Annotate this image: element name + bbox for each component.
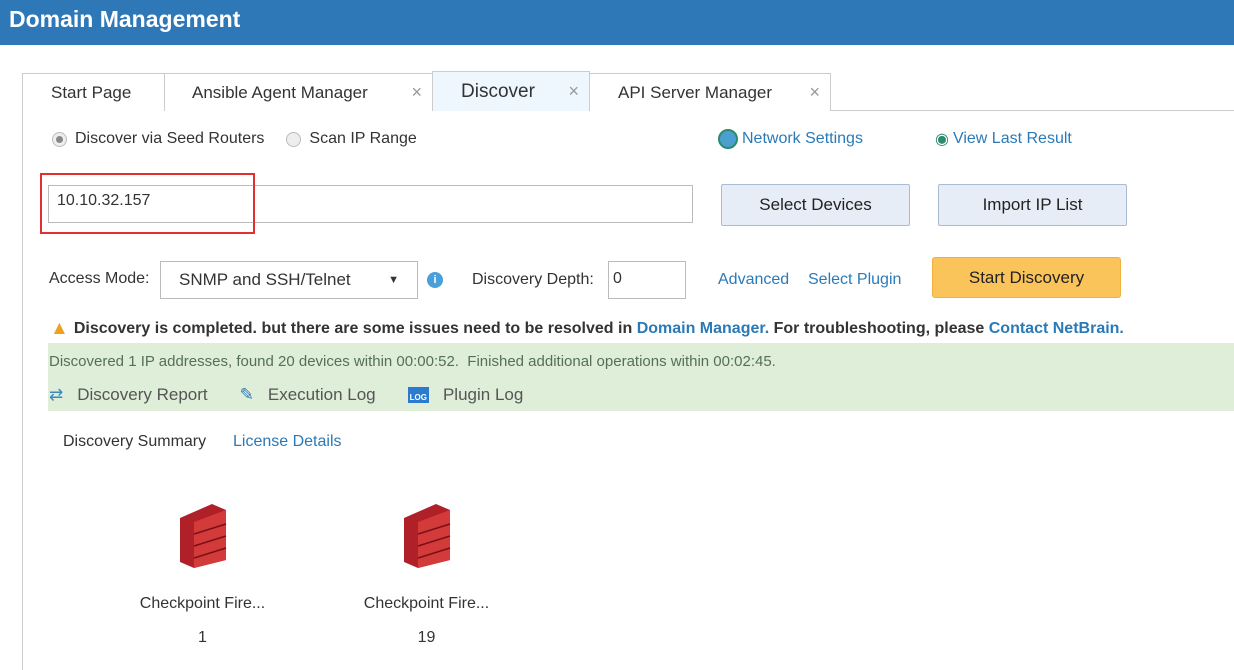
device-name: Checkpoint Fire... xyxy=(139,595,266,612)
globe-icon xyxy=(718,129,738,149)
scan-ip-range-label: Scan IP Range xyxy=(309,130,417,147)
seed-routers-label: Discover via Seed Routers xyxy=(75,130,265,147)
tab-discover[interactable]: Discover × xyxy=(432,71,590,111)
advanced-link[interactable]: Advanced xyxy=(718,271,789,289)
network-settings-link[interactable]: Network Settings xyxy=(718,129,863,149)
access-mode-select[interactable]: SNMP and SSH/Telnet ▼ xyxy=(160,261,418,299)
plugin-log-link[interactable]: Plugin Log xyxy=(443,385,523,405)
report-icon: ⇄ xyxy=(49,385,64,404)
tab-start-page[interactable]: Start Page xyxy=(22,73,165,111)
tab-ansible-agent-manager[interactable]: Ansible Agent Manager × xyxy=(164,73,433,111)
warning-icon: ▲ xyxy=(50,318,69,339)
warning-message: ▲ Discovery is completed. but there are … xyxy=(50,318,1124,340)
device-count: 19 xyxy=(417,629,436,646)
firewall-icon xyxy=(403,504,450,568)
chevron-down-icon: ▼ xyxy=(388,274,399,286)
warning-text-2: For troubleshooting, please xyxy=(769,320,989,337)
discovery-summary-tab[interactable]: Discovery Summary xyxy=(63,433,206,451)
radio-seed-routers[interactable] xyxy=(52,131,67,147)
access-mode-label: Access Mode: xyxy=(49,270,150,287)
start-discovery-button[interactable]: Start Discovery xyxy=(932,257,1121,298)
domain-manager-link[interactable]: Domain Manager. xyxy=(637,320,769,338)
view-last-result-label: View Last Result xyxy=(952,130,1072,147)
device-item[interactable]: Checkpoint Fire... 19 xyxy=(334,500,519,647)
highlight-box xyxy=(40,173,255,234)
device-item[interactable]: Checkpoint Fire... 1 xyxy=(110,500,295,647)
discovery-depth-label: Discovery Depth: xyxy=(472,271,594,288)
radio-scan-ip-range[interactable] xyxy=(286,131,302,147)
warning-text: Discovery is completed. but there are so… xyxy=(73,320,637,337)
view-last-result-link[interactable]: ◉ View Last Result xyxy=(935,129,1072,149)
close-icon[interactable]: × xyxy=(809,82,820,103)
tab-api-server-manager[interactable]: API Server Manager × xyxy=(589,73,831,111)
close-icon[interactable]: × xyxy=(568,81,579,102)
discovery-depth-input[interactable]: 0 xyxy=(608,261,686,299)
access-mode-value: SNMP and SSH/Telnet xyxy=(179,270,351,289)
close-icon[interactable]: × xyxy=(411,82,422,103)
discovery-report-link[interactable]: Discovery Report xyxy=(77,385,207,405)
tab-label: Discover xyxy=(461,80,535,102)
eye-icon: ◉ xyxy=(935,131,949,148)
tab-label: Ansible Agent Manager xyxy=(192,82,368,102)
log-file-icon: LOG xyxy=(407,387,429,403)
contact-netbrain-link[interactable]: Contact NetBrain. xyxy=(989,320,1124,338)
status-text: Discovered 1 IP addresses, found 20 devi… xyxy=(49,353,776,370)
discovery-depth-value: 0 xyxy=(613,270,622,287)
select-devices-button[interactable]: Select Devices xyxy=(721,184,910,226)
firewall-icon xyxy=(179,504,226,568)
tab-label: Start Page xyxy=(51,82,132,102)
network-settings-label: Network Settings xyxy=(742,130,863,147)
device-count: 1 xyxy=(198,629,207,646)
execution-log-link[interactable]: Execution Log xyxy=(268,385,376,405)
pencil-icon: ✎ xyxy=(239,385,254,404)
tab-label: API Server Manager xyxy=(618,82,773,102)
device-name: Checkpoint Fire... xyxy=(363,595,490,612)
window-title: Domain Management xyxy=(0,0,1234,45)
import-ip-list-button[interactable]: Import IP List xyxy=(938,184,1127,226)
license-details-link[interactable]: License Details xyxy=(233,433,342,451)
select-plugin-link[interactable]: Select Plugin xyxy=(808,271,901,289)
info-icon[interactable]: i xyxy=(427,272,443,288)
